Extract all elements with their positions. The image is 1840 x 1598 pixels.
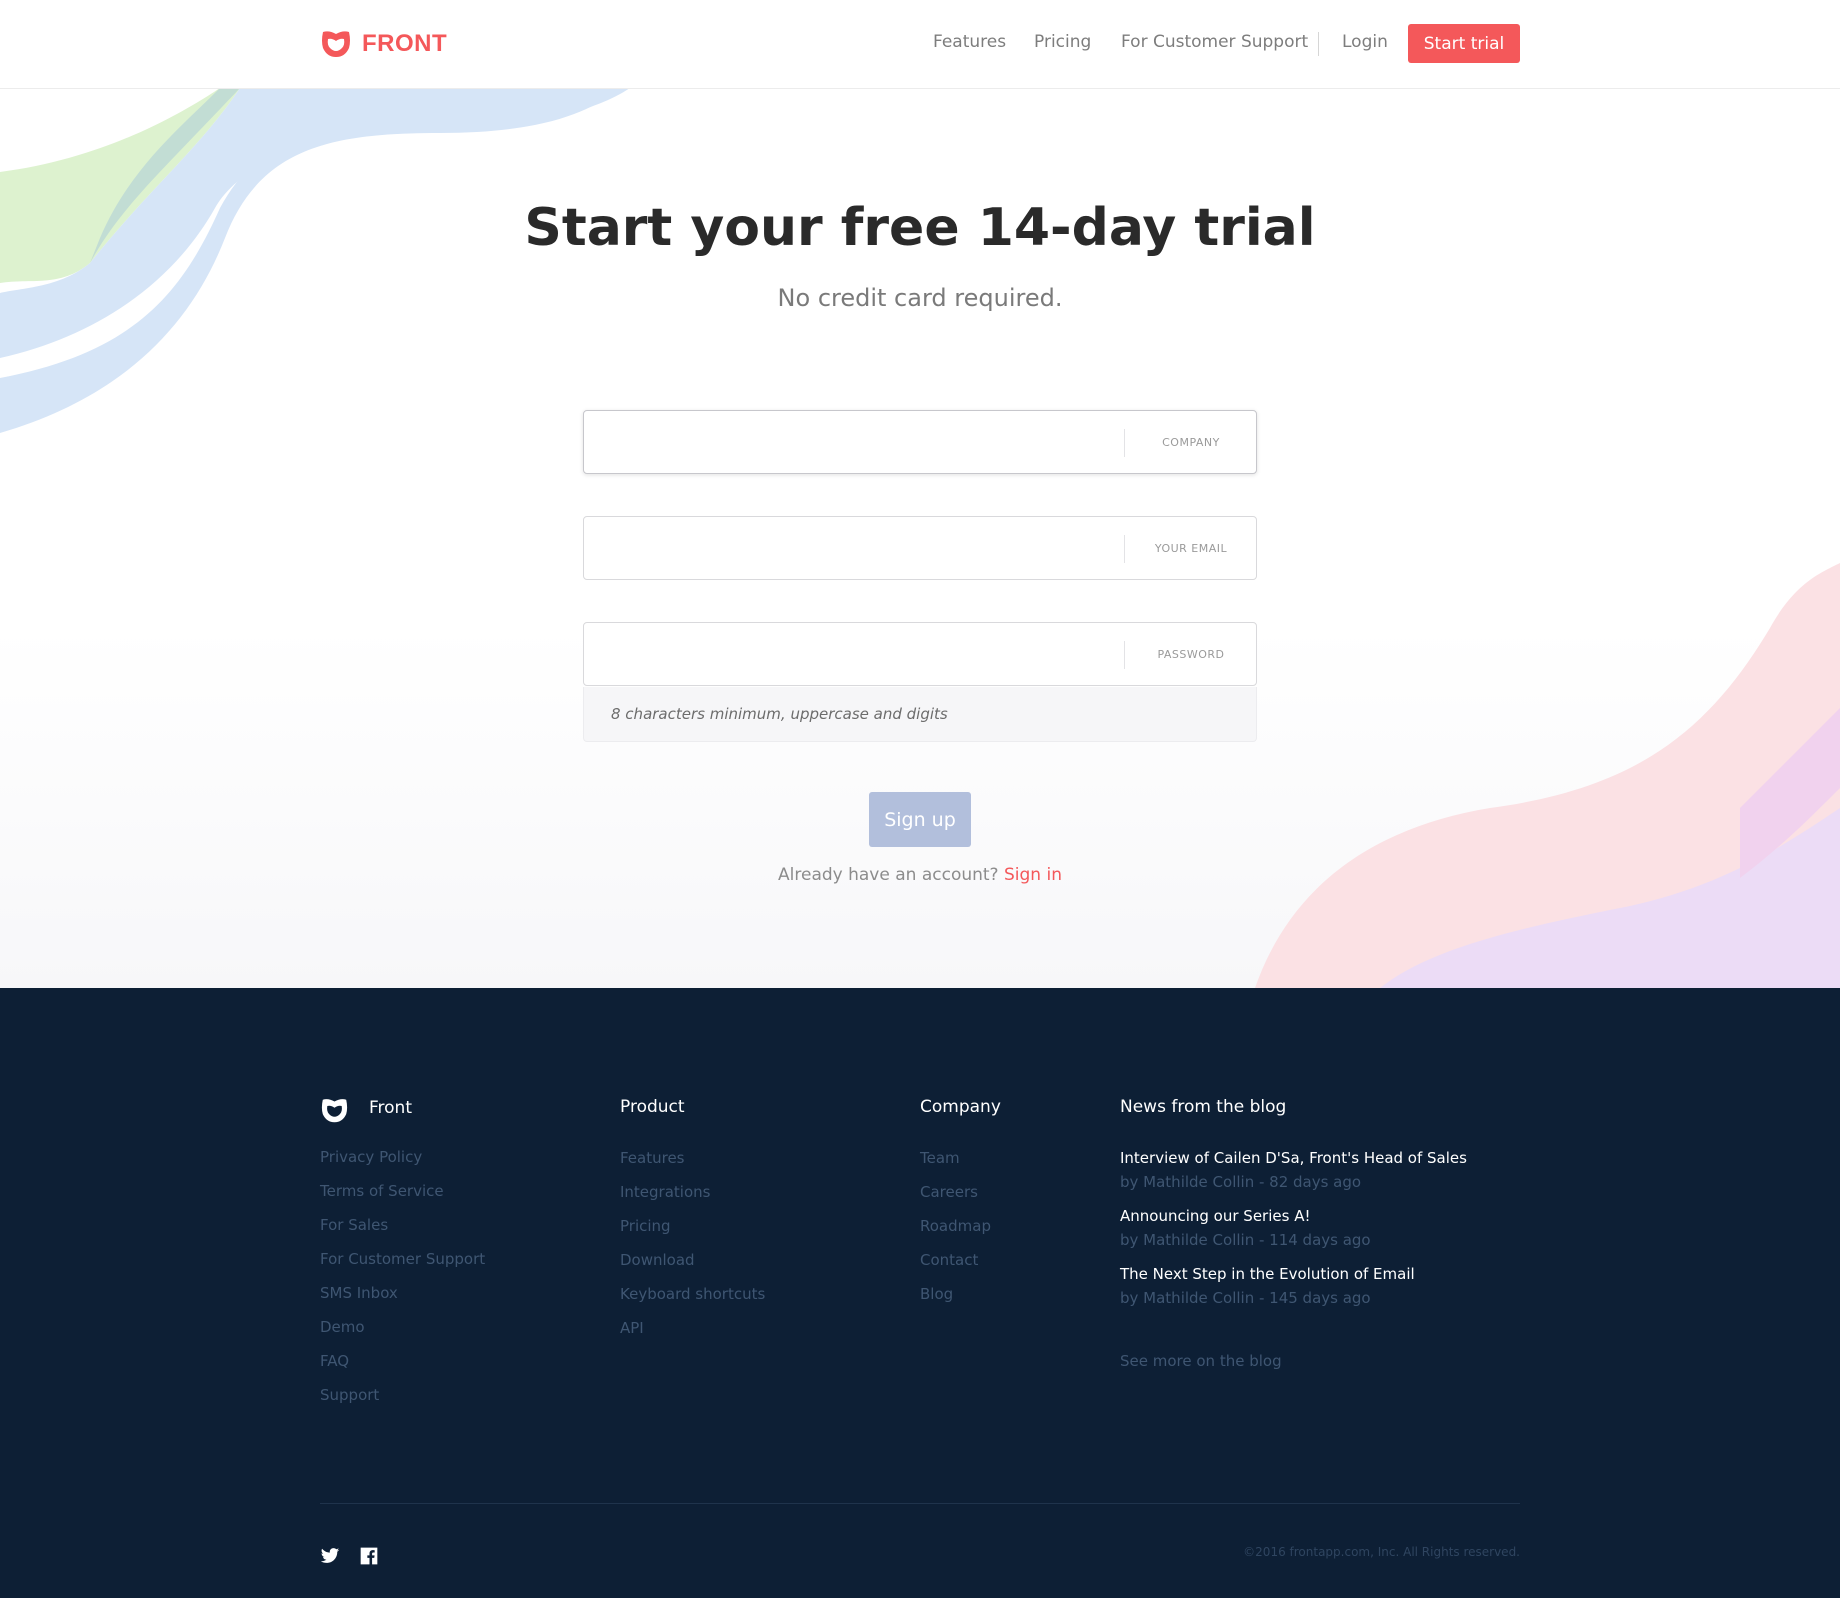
footer-link[interactable]: For Customer Support (320, 1250, 485, 1268)
footer-link[interactable]: Contact (920, 1251, 978, 1269)
footer-link[interactable]: Demo (320, 1318, 365, 1336)
blog-post-meta: by Mathilde Collin - 82 days ago (1120, 1173, 1362, 1191)
page-subtitle: No credit card required. (777, 284, 1063, 312)
footer-link[interactable]: Careers (920, 1183, 978, 1201)
start-trial-button[interactable]: Start trial (1408, 24, 1520, 63)
password-input[interactable] (584, 623, 1124, 685)
nav-divider (1318, 32, 1319, 56)
nav-pricing[interactable]: Pricing (1034, 32, 1091, 52)
footer-link[interactable]: Integrations (620, 1183, 710, 1201)
site-header: FRONT Features Pricing For Customer Supp… (0, 0, 1840, 89)
footer-logo-icon (321, 1099, 348, 1123)
twitter-icon[interactable] (320, 1546, 340, 1566)
footer-link[interactable]: Download (620, 1251, 695, 1269)
site-footer: Front Privacy Policy Terms of Service Fo… (0, 988, 1840, 1598)
footer-link[interactable]: Blog (920, 1285, 953, 1303)
email-label: YOUR EMAIL (1154, 541, 1228, 555)
company-label: COMPANY (1162, 435, 1220, 449)
footer-link[interactable]: API (620, 1319, 644, 1337)
copyright: ©2016 frontapp.com, Inc. All Rights rese… (1243, 1545, 1520, 1559)
front-logo[interactable]: FRONT (320, 28, 447, 60)
nav-login[interactable]: Login (1342, 32, 1388, 52)
company-input[interactable] (584, 411, 1124, 473)
already-account-text: Already have an account? Sign in (0, 865, 1840, 885)
email-input[interactable] (584, 517, 1124, 579)
footer-brand-name: Front (369, 1098, 412, 1118)
footer-link[interactable]: Team (920, 1149, 960, 1167)
sign-in-link[interactable]: Sign in (1004, 865, 1062, 885)
footer-link[interactable]: For Sales (320, 1216, 388, 1234)
footer-company-heading: Company (920, 1097, 1001, 1117)
password-field[interactable]: PASSWORD (583, 622, 1257, 686)
already-account-label: Already have an account? (778, 865, 999, 885)
nav-features[interactable]: Features (933, 32, 1006, 52)
footer-link[interactable]: SMS Inbox (320, 1284, 398, 1302)
signup-section: Start your free 14-day trial No credit c… (0, 88, 1840, 988)
blog-post-title[interactable]: Announcing our Series A! (1120, 1207, 1310, 1225)
password-label: PASSWORD (1157, 647, 1225, 661)
blog-post-title[interactable]: Interview of Cailen D'Sa, Front's Head o… (1120, 1149, 1467, 1167)
footer-link[interactable]: Support (320, 1386, 379, 1404)
front-logo-icon (322, 31, 350, 57)
footer-link[interactable]: Roadmap (920, 1217, 991, 1235)
see-more-blog-link[interactable]: See more on the blog (1120, 1352, 1282, 1370)
page-title: Start your free 14-day trial (524, 198, 1316, 258)
blog-post-meta: by Mathilde Collin - 114 days ago (1120, 1231, 1371, 1249)
footer-blog-heading: News from the blog (1120, 1097, 1287, 1117)
sign-up-button[interactable]: Sign up (869, 792, 971, 847)
footer-link[interactable]: Privacy Policy (320, 1148, 422, 1166)
footer-link[interactable]: Keyboard shortcuts (620, 1285, 765, 1303)
footer-link[interactable]: Terms of Service (320, 1182, 444, 1200)
blog-post-meta: by Mathilde Collin - 145 days ago (1120, 1289, 1371, 1307)
footer-link[interactable]: Pricing (620, 1217, 671, 1235)
blog-post-title[interactable]: The Next Step in the Evolution of Email (1120, 1265, 1415, 1283)
footer-link[interactable]: FAQ (320, 1352, 349, 1370)
nav-customer-support[interactable]: For Customer Support (1121, 32, 1308, 52)
email-field[interactable]: YOUR EMAIL (583, 516, 1257, 580)
footer-link[interactable]: Features (620, 1149, 685, 1167)
facebook-icon[interactable] (359, 1546, 379, 1566)
password-hint: 8 characters minimum, uppercase and digi… (583, 687, 1257, 742)
footer-product-heading: Product (620, 1097, 685, 1117)
footer-divider (320, 1503, 1520, 1504)
brand-name: FRONT (362, 30, 448, 57)
company-field[interactable]: COMPANY (583, 410, 1257, 474)
